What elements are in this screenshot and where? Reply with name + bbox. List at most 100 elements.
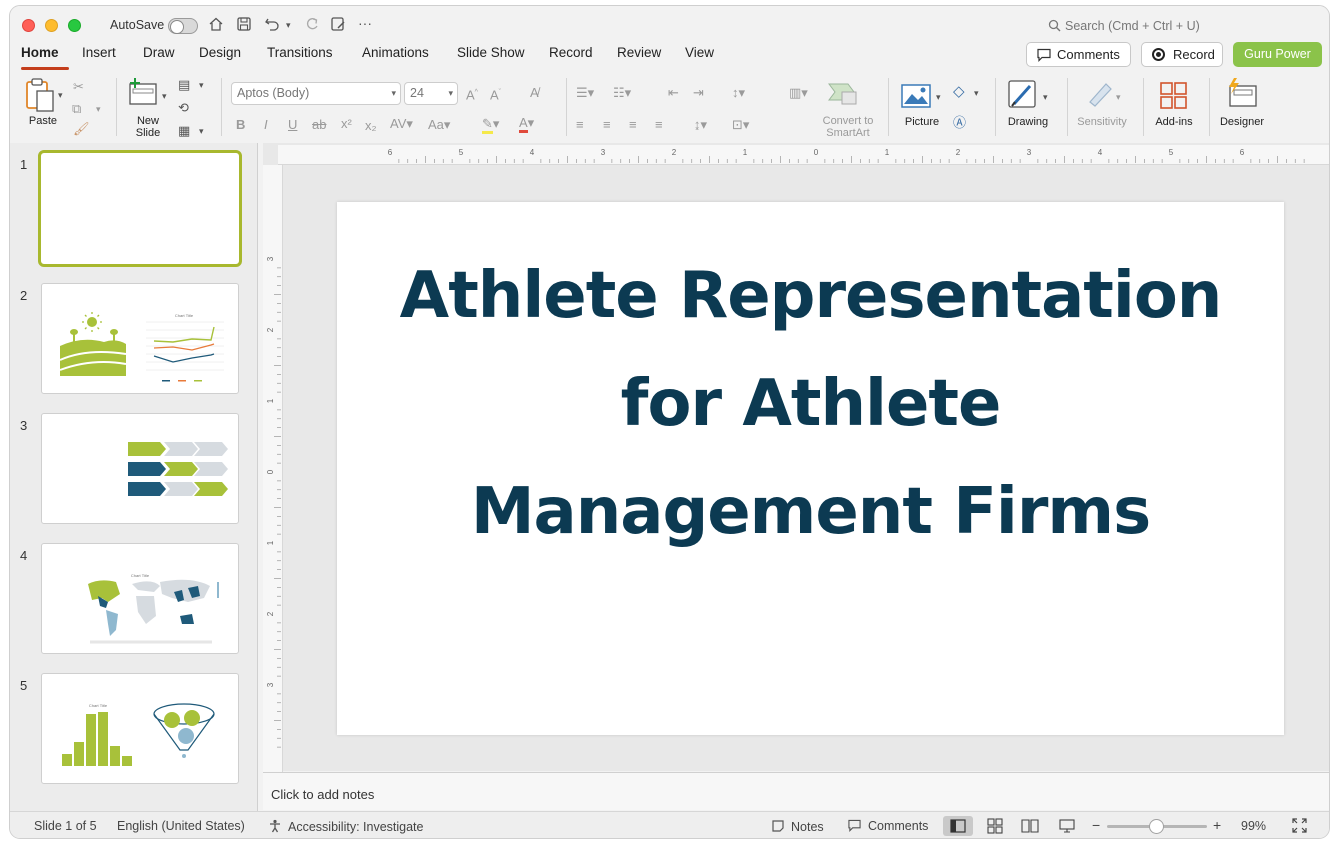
minimize-window-button[interactable] xyxy=(45,19,58,32)
zoom-level[interactable]: 99% xyxy=(1241,819,1266,833)
bullets-icon[interactable]: ☰▾ xyxy=(576,86,594,100)
align-center-icon[interactable]: ≡ xyxy=(603,118,611,132)
notes-pane[interactable]: Click to add notes xyxy=(263,772,1329,810)
normal-view-button[interactable] xyxy=(943,816,973,836)
justify-icon[interactable]: ≡ xyxy=(655,118,663,132)
drawing-icon[interactable] xyxy=(1008,80,1040,113)
clear-format-icon[interactable]: A̸ xyxy=(530,86,539,100)
tab-insert[interactable]: Insert xyxy=(82,45,116,60)
comments-button[interactable]: Comments xyxy=(1026,42,1131,67)
undo-icon[interactable] xyxy=(264,16,280,37)
tab-animations[interactable]: Animations xyxy=(362,45,429,60)
language-indicator[interactable]: English (United States) xyxy=(117,819,245,833)
slide-sorter-button[interactable] xyxy=(980,816,1010,836)
tab-draw[interactable]: Draw xyxy=(143,45,175,60)
shapes-dropdown-icon[interactable]: ▾ xyxy=(974,86,979,100)
slide-show-button[interactable] xyxy=(1052,816,1082,836)
sensitivity-dropdown-icon[interactable]: ▾ xyxy=(1116,90,1121,104)
search-field[interactable]: Search (Cmd + Ctrl + U) xyxy=(1048,19,1200,33)
copy-dropdown-icon[interactable]: ▾ xyxy=(96,102,101,116)
increase-indent-icon[interactable]: ⇥ xyxy=(693,86,704,100)
superscript-icon[interactable]: x² xyxy=(341,117,352,131)
paste-icon[interactable] xyxy=(24,78,58,117)
book-icon xyxy=(1021,819,1039,833)
sensitivity-icon[interactable] xyxy=(1086,80,1114,111)
smartart-icon[interactable] xyxy=(828,82,858,109)
current-slide[interactable]: Athlete Representation for Athlete Manag… xyxy=(337,202,1284,735)
tab-design[interactable]: Design xyxy=(199,45,241,60)
font-size-dropdown[interactable]: 24 ▾ xyxy=(404,82,458,105)
reading-view-button[interactable] xyxy=(1015,816,1045,836)
highlight-icon[interactable]: ✎▾ xyxy=(482,116,499,134)
zoom-in-button[interactable]: + xyxy=(1213,817,1221,833)
decrease-font-icon[interactable]: Aˇ xyxy=(490,86,501,102)
cut-icon[interactable]: ✂ xyxy=(73,80,84,94)
section-dropdown-icon[interactable]: ▾ xyxy=(199,124,204,138)
tab-home[interactable]: Home xyxy=(21,45,59,60)
font-name-dropdown[interactable]: Aptos (Body) ▾ xyxy=(231,82,401,105)
slide-thumbnail-5[interactable]: Chart Title xyxy=(41,673,239,784)
customize-icon[interactable] xyxy=(330,16,346,37)
picture-icon[interactable] xyxy=(901,84,931,111)
new-slide-dropdown-icon[interactable]: ▾ xyxy=(162,89,167,103)
home-icon[interactable] xyxy=(208,16,224,37)
autosave-toggle[interactable] xyxy=(168,18,198,34)
text-direction-icon[interactable]: ↨▾ xyxy=(694,118,707,132)
change-case-icon[interactable]: Aa▾ xyxy=(428,118,450,132)
underline-icon[interactable]: U xyxy=(288,118,297,132)
more-icon[interactable]: ··· xyxy=(358,14,372,32)
tab-view[interactable]: View xyxy=(685,45,714,60)
new-slide-icon[interactable] xyxy=(127,78,159,109)
align-left-icon[interactable]: ≡ xyxy=(576,118,584,132)
fit-to-window-button[interactable] xyxy=(1292,818,1307,836)
bold-icon[interactable]: B xyxy=(236,118,245,132)
guru-power-button[interactable]: Guru Power xyxy=(1233,42,1322,67)
format-painter-icon[interactable]: 🖌 xyxy=(73,122,90,136)
designer-icon[interactable] xyxy=(1226,78,1258,111)
numbering-icon[interactable]: ☷▾ xyxy=(613,86,631,100)
copy-icon[interactable]: ⧉ xyxy=(72,102,81,116)
close-window-button[interactable] xyxy=(22,19,35,32)
tab-transitions[interactable]: Transitions xyxy=(267,45,333,60)
font-color-icon[interactable]: A▾ xyxy=(519,115,534,133)
zoom-slider-knob[interactable] xyxy=(1149,819,1164,834)
columns-icon[interactable]: ▥▾ xyxy=(789,86,808,100)
slide-thumbnail-2[interactable]: Chart Title xyxy=(41,283,239,394)
strikethrough-icon[interactable]: ab xyxy=(312,118,326,132)
layout-dropdown-icon[interactable]: ▾ xyxy=(199,78,204,92)
char-spacing-icon[interactable]: AV▾ xyxy=(390,117,413,131)
align-right-icon[interactable]: ≡ xyxy=(629,118,637,132)
align-text-icon[interactable]: ⊡▾ xyxy=(732,118,749,132)
tab-record[interactable]: Record xyxy=(549,45,593,60)
undo-dropdown-icon[interactable]: ▾ xyxy=(286,16,291,34)
slide-title[interactable]: Athlete Representation for Athlete Manag… xyxy=(397,242,1224,566)
reset-icon[interactable]: ⟲ xyxy=(178,101,189,115)
slide-thumbnails-panel[interactable]: 1 2 Chart Title 3 4 Chart Title 5 Chart … xyxy=(10,143,258,811)
picture-dropdown-icon[interactable]: ▾ xyxy=(936,90,941,104)
layout-icon[interactable]: ▤ xyxy=(178,78,190,92)
tab-review[interactable]: Review xyxy=(617,45,661,60)
slide-thumbnail-4[interactable]: Chart Title xyxy=(41,543,239,654)
tab-slide-show[interactable]: Slide Show xyxy=(457,45,525,60)
addins-icon[interactable] xyxy=(1160,82,1188,113)
drawing-dropdown-icon[interactable]: ▾ xyxy=(1043,90,1048,104)
line-spacing-icon[interactable]: ↕▾ xyxy=(732,86,745,100)
decrease-indent-icon[interactable]: ⇤ xyxy=(668,86,679,100)
italic-icon[interactable]: I xyxy=(264,118,268,132)
notes-button[interactable]: Notes xyxy=(771,819,824,834)
subscript-icon[interactable]: x₂ xyxy=(365,119,377,133)
text-box-icon[interactable]: Ⓐ xyxy=(953,116,966,130)
section-icon[interactable]: ▦ xyxy=(178,124,190,138)
zoom-window-button[interactable] xyxy=(68,19,81,32)
slide-thumbnail-3[interactable] xyxy=(41,413,239,524)
shapes-icon[interactable]: ◇ xyxy=(953,84,965,99)
save-icon[interactable] xyxy=(236,16,252,37)
accessibility-indicator[interactable]: Accessibility: Investigate xyxy=(268,819,423,834)
zoom-out-button[interactable]: − xyxy=(1092,817,1100,833)
slide-thumbnail-1[interactable] xyxy=(38,150,242,267)
record-button[interactable]: Record xyxy=(1141,42,1223,67)
status-comments-button[interactable]: Comments xyxy=(847,819,928,833)
paste-dropdown-icon[interactable]: ▾ xyxy=(58,88,63,102)
redo-icon[interactable] xyxy=(304,16,320,37)
increase-font-icon[interactable]: A^ xyxy=(466,86,478,102)
